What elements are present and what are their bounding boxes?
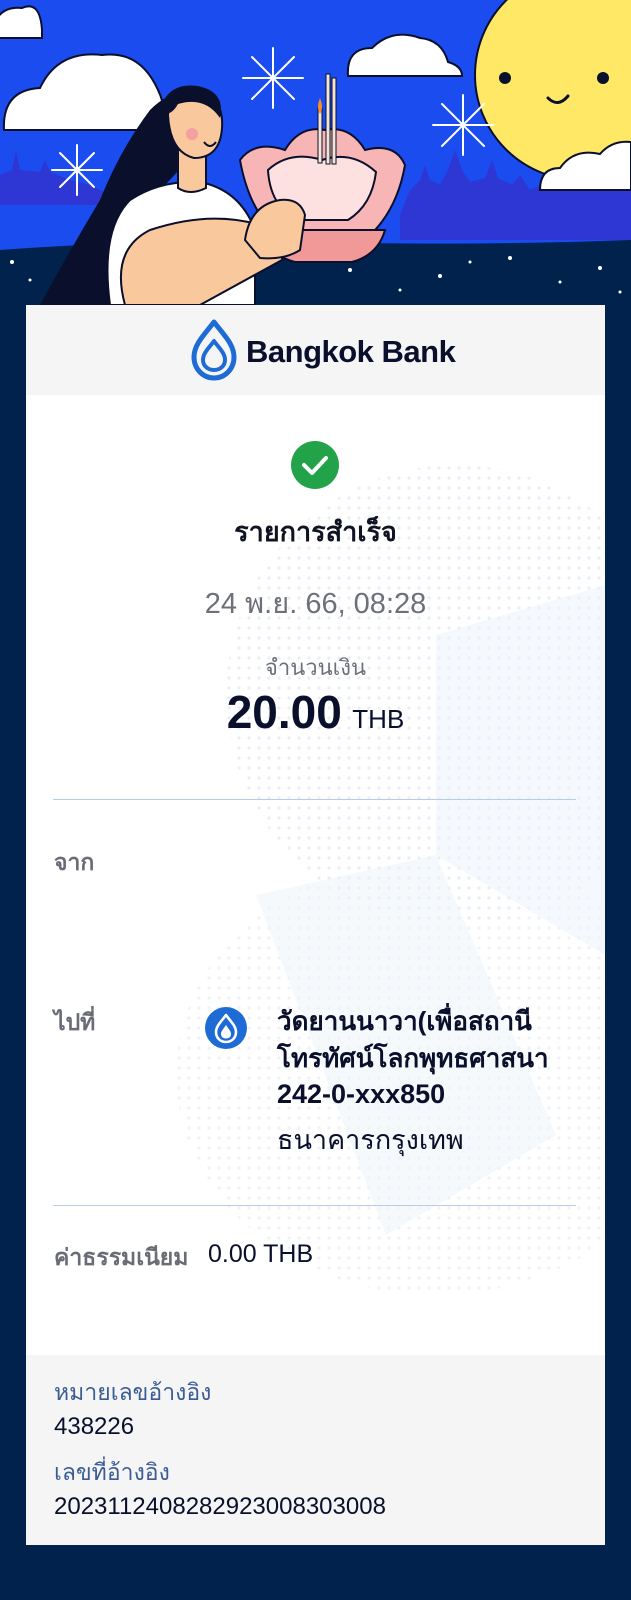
bangkok-bank-logo-icon	[205, 1007, 247, 1049]
fee-value: 0.00 THB	[208, 1240, 314, 1268]
section-divider	[53, 799, 576, 800]
amount-currency: THB	[352, 704, 405, 734]
recipient-account: 242-0-xxx850	[277, 1079, 446, 1109]
receipt-header: Bangkok Bank	[26, 305, 605, 395]
transaction-datetime: 24 พ.ย. 66, 08:28	[204, 588, 427, 620]
reference-id-value: 2023112408282923008303008	[54, 1493, 386, 1520]
fee-label: ค่าธรรมเนียม	[54, 1244, 189, 1270]
reference-id-label: เลขที่อ้างอิง	[54, 1459, 170, 1485]
watermark-pattern	[176, 465, 605, 1295]
reference-number-label: หมายเลขอ้างอิง	[54, 1379, 212, 1405]
recipient-bank: ธนาคารกรุงเทพ	[277, 1125, 464, 1155]
loy-krathong-illustration	[0, 0, 631, 305]
section-divider	[53, 1205, 576, 1206]
reference-section: หมายเลขอ้างอิง 438226 เลขที่อ้างอิง 2023…	[26, 1355, 605, 1545]
reference-number-value: 438226	[54, 1413, 135, 1440]
recipient-name: วัดยานนาวา(เพื่อสถานีโทรทัศน์โลกพุทธศาสน…	[277, 1006, 549, 1073]
amount-value: 20.00	[226, 686, 342, 738]
amount-row: 20.00 THB	[26, 685, 605, 739]
status-title: รายการสำเร็จ	[234, 517, 397, 547]
brand-name: Bangkok Bank	[246, 334, 456, 369]
from-label: จาก	[54, 849, 95, 875]
amount-label: จำนวนเงิน	[265, 655, 366, 680]
hero-illustration	[0, 0, 631, 305]
to-label: ไปที่	[54, 1009, 96, 1035]
receipt-card: Bangkok Bank รายการสำเร็จ 24 พ.ย. 66, 08…	[26, 305, 605, 1545]
bangkok-bank-logo-icon	[191, 319, 237, 381]
check-circle-icon	[291, 441, 339, 489]
